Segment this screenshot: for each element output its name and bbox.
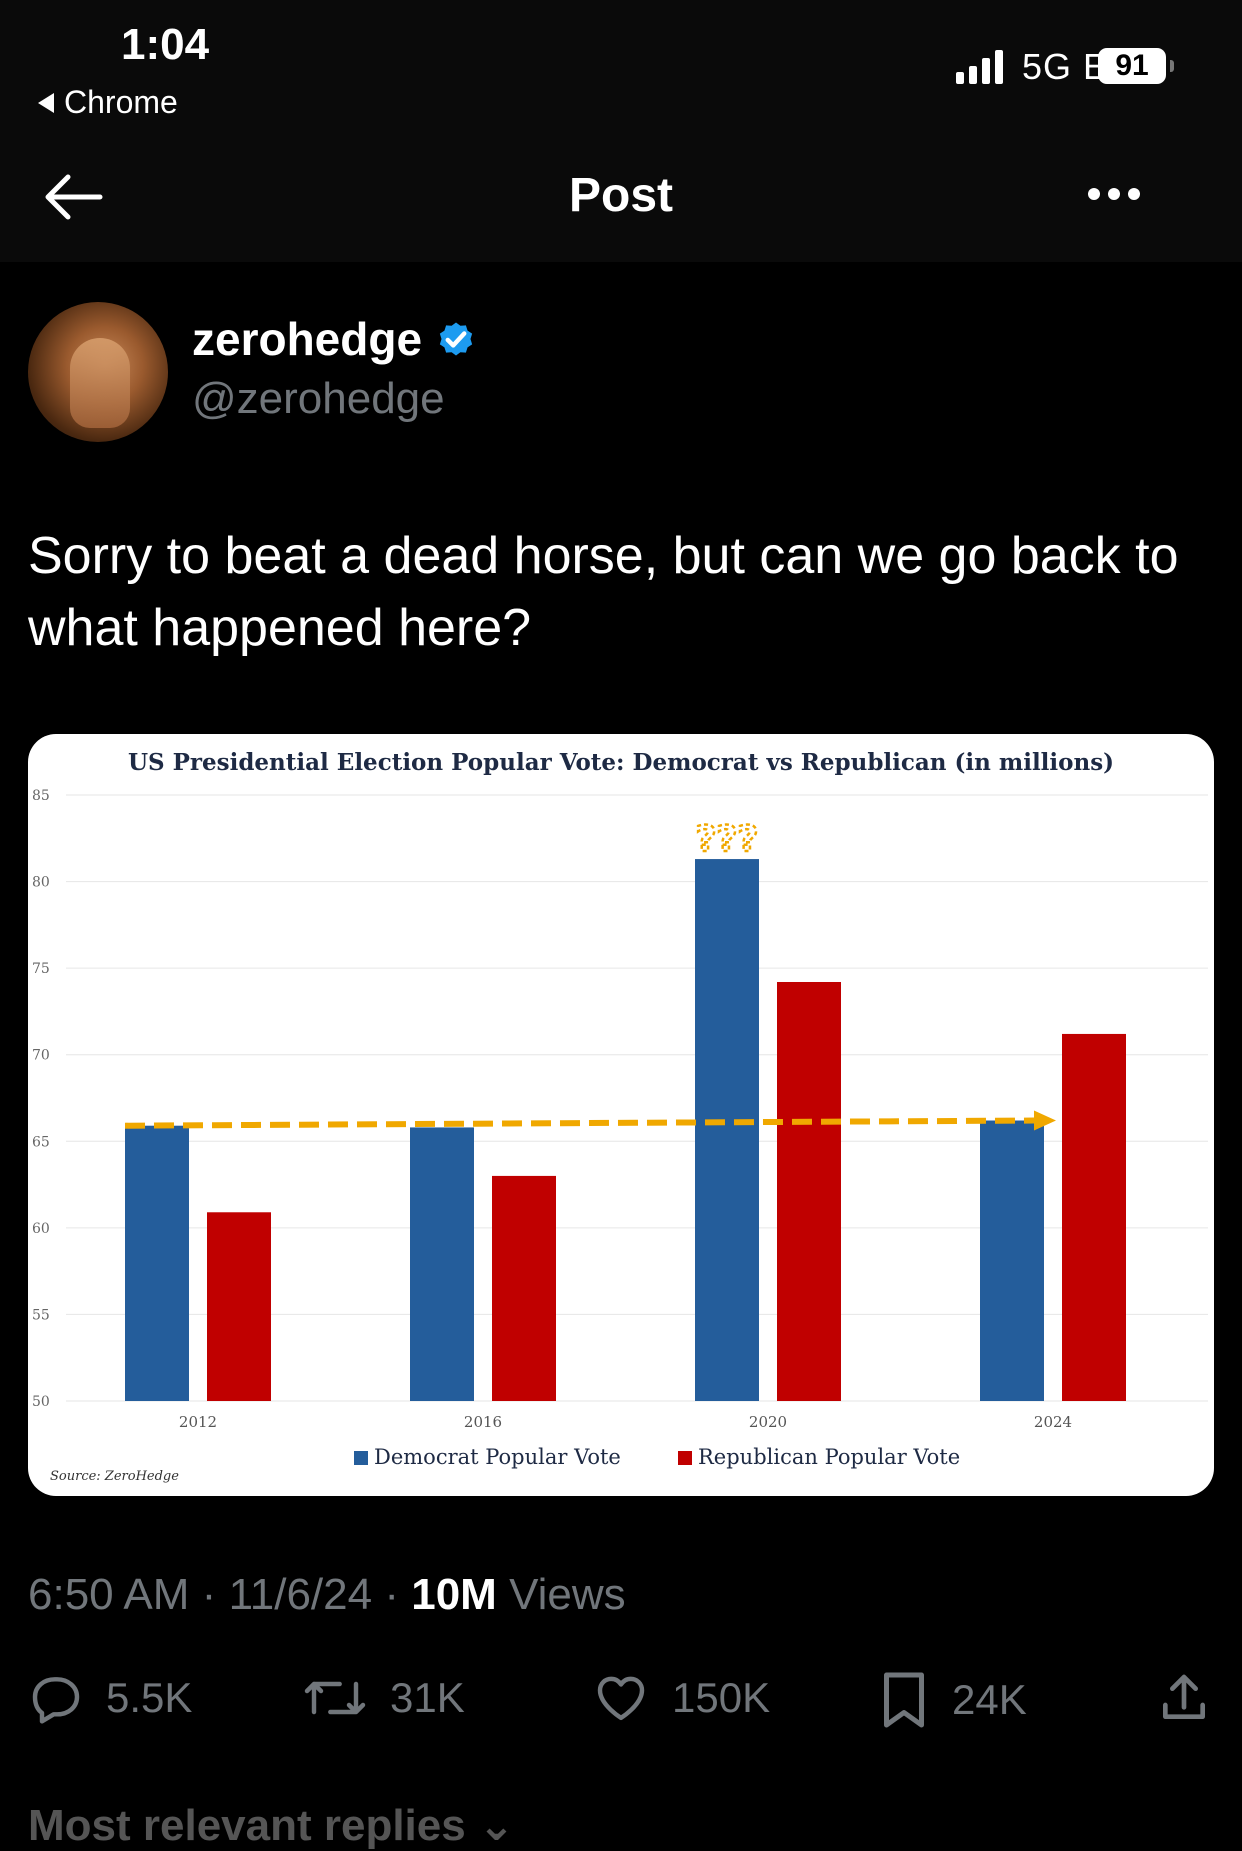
legend-swatch-republican — [678, 1451, 692, 1465]
views-count: 10M — [411, 1570, 497, 1619]
signal-icon — [956, 48, 1003, 84]
tweet-media-chart[interactable]: US Presidential Election Popular Vote: D… — [28, 734, 1214, 1496]
avatar[interactable] — [28, 302, 168, 442]
tweet-actions: 5.5K 31K 150K 24K — [0, 1670, 1242, 1734]
legend-label-democrat: Democrat Popular Vote — [374, 1445, 621, 1469]
y-tick-label: 80 — [32, 875, 50, 891]
y-tick-label: 85 — [32, 788, 50, 804]
share-button[interactable] — [1156, 1670, 1212, 1726]
reply-icon — [32, 1677, 80, 1724]
tweet-time: 6:50 AM — [28, 1570, 190, 1619]
battery-level: 91 — [1115, 49, 1149, 82]
bar-chart: US Presidential Election Popular Vote: D… — [32, 749, 1208, 1484]
bar-republican-2016 — [492, 1175, 556, 1401]
y-tick-label: 55 — [32, 1307, 50, 1323]
verified-badge-icon — [439, 322, 473, 356]
back-triangle-icon — [38, 92, 54, 113]
page-title: Post — [568, 169, 673, 222]
repost-count: 31K — [390, 1674, 465, 1721]
heart-icon — [597, 1676, 645, 1721]
y-tick-label: 75 — [32, 961, 50, 977]
chart-title: US Presidential Election Popular Vote: D… — [128, 749, 1114, 776]
reply-button[interactable]: 5.5K — [28, 1670, 192, 1726]
dashed-trend-line — [124, 1117, 1035, 1129]
like-count: 150K — [672, 1674, 771, 1721]
back-app-label: Chrome — [64, 84, 178, 120]
back-to-app-link[interactable]: Chrome — [38, 84, 178, 121]
author-name[interactable]: zerohedge — [192, 312, 478, 366]
bar-republican-2020 — [777, 981, 841, 1401]
status-time: 1:04 — [121, 20, 210, 69]
bar-democrat-2016 — [410, 1127, 474, 1401]
views-label: Views — [509, 1570, 626, 1619]
chart-source: Source: ZeroHedge — [50, 1469, 179, 1484]
y-tick-label: 60 — [32, 1221, 50, 1237]
ellipsis-icon[interactable] — [1088, 188, 1140, 200]
legend-label-republican: Republican Popular Vote — [698, 1445, 960, 1469]
meta-separator: · — [384, 1570, 399, 1619]
bookmark-count: 24K — [952, 1676, 1027, 1723]
tweet-text: Sorry to beat a dead horse, but can we g… — [28, 527, 1179, 657]
trend-arrowhead — [1034, 1110, 1056, 1131]
bar-democrat-2024 — [980, 1120, 1044, 1401]
y-tick-label: 70 — [32, 1048, 50, 1064]
tweet-date: 11/6/24 — [228, 1570, 373, 1619]
bookmark-button[interactable]: 24K — [878, 1670, 1027, 1730]
status-bar: 1:04 Chrome 5G E 91 — [0, 0, 1242, 130]
like-button[interactable]: 150K — [592, 1670, 770, 1726]
legend-swatch-democrat — [354, 1451, 368, 1465]
x-tick-label: 2016 — [464, 1413, 502, 1431]
bar-democrat-2012 — [125, 1125, 189, 1401]
author-name-text: zerohedge — [192, 313, 423, 365]
y-tick-label: 50 — [32, 1394, 50, 1410]
chart-annotation: ??? — [696, 819, 759, 860]
battery-tip — [1170, 60, 1174, 72]
bar-democrat-2020 — [695, 859, 759, 1401]
bar-republican-2024 — [1062, 1033, 1126, 1401]
meta-separator: · — [201, 1570, 217, 1619]
repost-button[interactable]: 31K — [302, 1670, 465, 1726]
tweet-meta: 6:50 AM · 11/6/24 · 10M Views — [28, 1570, 626, 1620]
reply-count: 5.5K — [106, 1674, 193, 1721]
x-tick-label: 2012 — [179, 1413, 217, 1431]
bar-republican-2012 — [207, 1212, 271, 1401]
author-handle[interactable]: @zerohedge — [192, 374, 445, 424]
x-tick-label: 2020 — [749, 1413, 787, 1431]
bookmark-icon — [884, 1672, 924, 1728]
share-icon — [1163, 1674, 1205, 1719]
y-tick-label: 65 — [32, 1134, 50, 1150]
repost-icon — [304, 1681, 366, 1715]
top-nav: Post — [0, 130, 1242, 262]
x-tick-label: 2024 — [1034, 1413, 1072, 1431]
battery-icon: 91 — [1098, 48, 1166, 84]
network-label: 5G E — [1022, 46, 1109, 87]
